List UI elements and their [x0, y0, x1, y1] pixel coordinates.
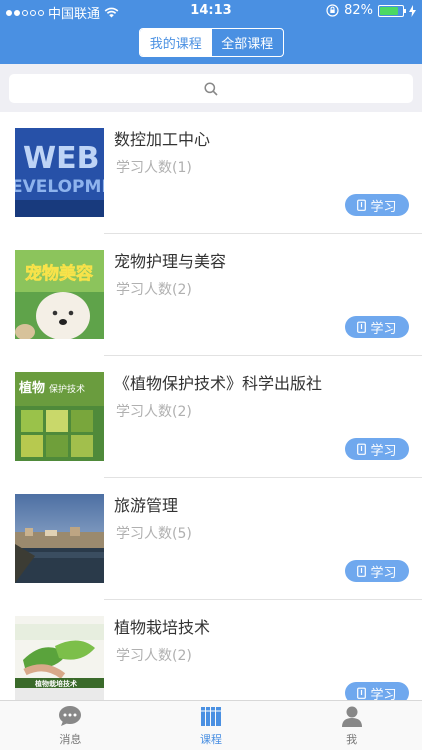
course-cover-image: 植物栽培技术 — [15, 616, 104, 700]
svg-text:保护技术: 保护技术 — [49, 383, 85, 395]
course-learner-count: 学习人数(5) — [116, 526, 192, 542]
study-button[interactable]: 学习 — [345, 316, 409, 338]
books-icon — [201, 707, 221, 726]
clipboard-icon — [357, 687, 367, 699]
course-title: 植物栽培技术 — [114, 618, 211, 637]
study-button[interactable]: 学习 — [345, 194, 409, 216]
course-row[interactable]: 植物栽培技术 植物栽培技术 学习人数(2) 学习 — [0, 600, 422, 700]
course-title: 数控加工中心 — [114, 130, 211, 149]
course-row[interactable]: WEB EVELOPME 数控加工中心 学习人数(1) 学习 — [0, 112, 422, 234]
course-cover-image: 植物 保护技术 — [15, 372, 104, 461]
course-learner-count: 学习人数(2) — [116, 282, 192, 298]
tab-courses[interactable]: 课程 — [141, 701, 282, 750]
clipboard-icon — [357, 565, 367, 577]
svg-text:植物栽培技术: 植物栽培技术 — [34, 679, 77, 688]
study-button-label: 学习 — [370, 199, 397, 215]
study-button-label: 学习 — [370, 687, 397, 701]
person-icon — [341, 706, 362, 727]
svg-text:植物: 植物 — [18, 380, 45, 396]
course-title: 宠物护理与美容 — [114, 252, 227, 271]
study-button[interactable]: 学习 — [345, 682, 409, 700]
study-button[interactable]: 学习 — [345, 438, 409, 460]
svg-text:EVELOPME: EVELOPME — [15, 177, 104, 197]
course-cover-image — [15, 494, 104, 583]
tab-courses-label: 课程 — [200, 733, 222, 746]
clipboard-icon — [357, 199, 367, 211]
tab-me-label: 我 — [346, 733, 358, 746]
course-cover-image: WEB EVELOPME — [15, 128, 104, 217]
study-button[interactable]: 学习 — [345, 560, 409, 582]
search-bar[interactable] — [9, 74, 413, 103]
tab-messages[interactable]: 消息 — [0, 701, 141, 750]
nav-header: 中国联通 14:13 82% 我的课程 全部课程 — [0, 0, 422, 64]
course-learner-count: 学习人数(2) — [116, 648, 192, 664]
status-bar: 中国联通 14:13 82% — [0, 0, 422, 22]
course-cover-image: 宠物美容 — [15, 250, 104, 339]
study-button-label: 学习 — [370, 443, 397, 459]
course-learner-count: 学习人数(1) — [116, 160, 192, 176]
course-row[interactable]: 旅游管理 学习人数(5) 学习 — [0, 478, 422, 600]
course-learner-count: 学习人数(2) — [116, 404, 192, 420]
tab-all-courses[interactable]: 全部课程 — [212, 29, 284, 56]
tab-me[interactable]: 我 — [281, 701, 422, 750]
clipboard-icon — [357, 443, 367, 455]
rotation-lock-icon — [326, 4, 339, 17]
clipboard-icon — [357, 321, 367, 333]
course-row[interactable]: 宠物美容 宠物护理与美容 学习人数(2) 学习 — [0, 234, 422, 356]
study-button-label: 学习 — [370, 321, 397, 337]
course-row[interactable]: 植物 保护技术 《植物保护技术》科学出版社 学习人数(2) 学习 — [0, 356, 422, 478]
course-segmented-control: 我的课程 全部课程 — [139, 28, 284, 57]
chat-bubble-icon — [59, 706, 82, 726]
svg-text:宠物美容: 宠物美容 — [25, 263, 93, 284]
search-icon — [204, 81, 218, 96]
course-list: WEB EVELOPME 数控加工中心 学习人数(1) 学习 宠物美容 — [0, 112, 422, 700]
tab-messages-label: 消息 — [59, 733, 82, 746]
tab-my-courses[interactable]: 我的课程 — [140, 29, 212, 56]
battery-icon — [378, 4, 406, 17]
course-title: 《植物保护技术》科学出版社 — [114, 374, 323, 393]
svg-text:WEB: WEB — [23, 141, 99, 176]
bottom-tab-bar: 消息 课程 我 — [0, 700, 422, 750]
course-title: 旅游管理 — [114, 496, 179, 515]
battery-percent: 82% — [344, 3, 373, 18]
study-button-label: 学习 — [370, 565, 397, 581]
charging-icon — [409, 4, 416, 17]
